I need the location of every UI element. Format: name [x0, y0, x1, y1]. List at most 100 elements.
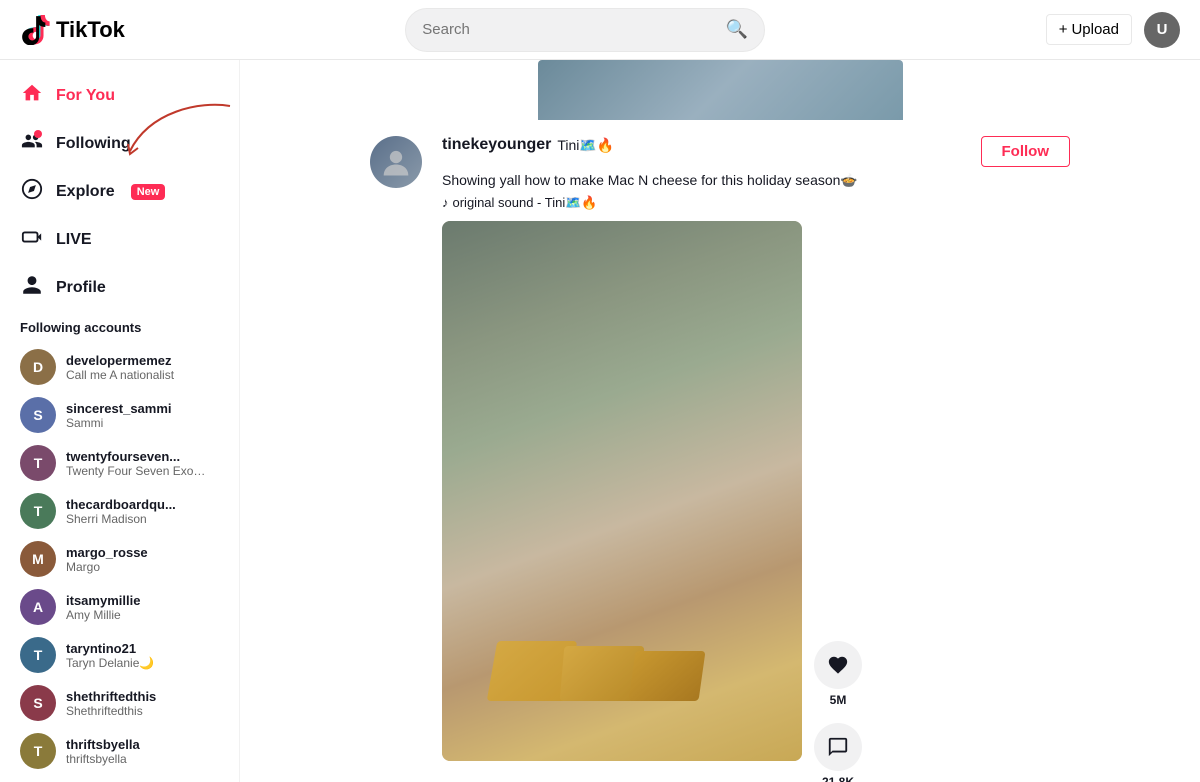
account-avatar-twentyfourseven: T: [20, 445, 56, 481]
sound-icon: ♪: [442, 195, 449, 210]
account-avatar-itsamymillie: A: [20, 589, 56, 625]
following-accounts-title: Following accounts: [20, 320, 219, 335]
account-display: Taryn Delanie🌙: [66, 656, 154, 670]
account-info-developermemez: developermemez Call me A nationalist: [66, 353, 174, 382]
tiktok-logo-icon: [20, 15, 50, 45]
plus-icon: +: [1059, 21, 1068, 38]
account-display: Shethriftedthis: [66, 704, 156, 718]
comment-icon-circle: [814, 723, 862, 771]
video-thumbnail-container: 5M 21.8K: [442, 221, 1070, 782]
account-display: Sammi: [66, 416, 172, 430]
video-header: tinekeyounger Tini🗺️🔥 Follow: [442, 136, 1070, 167]
video-author-info: tinekeyounger Tini🗺️🔥: [442, 136, 614, 154]
sidebar-item-explore[interactable]: Explore New: [8, 168, 231, 216]
preview-thumbnail: [538, 60, 903, 120]
account-avatar-sincerest-sammi: S: [20, 397, 56, 433]
account-username: sincerest_sammi: [66, 401, 172, 416]
video-feed: tinekeyounger Tini🗺️🔥 Follow Showing yal…: [370, 60, 1070, 782]
nav-menu: For You Following Explore New: [8, 72, 231, 312]
sidebar-item-live[interactable]: LIVE: [8, 216, 231, 264]
account-display: thriftsbyella: [66, 752, 140, 766]
account-info-itsamymillie: itsamymillie Amy Millie: [66, 593, 140, 622]
account-item-shethriftedthis[interactable]: S shethriftedthis Shethriftedthis: [20, 679, 219, 727]
sidebar: For You Following Explore New: [0, 60, 240, 782]
account-avatar-shethriftedthis: S: [20, 685, 56, 721]
account-display: Twenty Four Seven Exoti...: [66, 464, 206, 478]
account-username: margo_rosse: [66, 545, 148, 560]
header: TikTok 🔍 + Upload U: [0, 0, 1200, 60]
account-info-sincerest-sammi: sincerest_sammi Sammi: [66, 401, 172, 430]
account-username: developermemez: [66, 353, 174, 368]
avatar[interactable]: U: [1144, 12, 1180, 48]
account-avatar-thecardboardqu: T: [20, 493, 56, 529]
account-username: taryntino21: [66, 641, 154, 656]
account-avatar-taryntino21: T: [20, 637, 56, 673]
account-display: Amy Millie: [66, 608, 140, 622]
like-count: 5M: [830, 693, 847, 707]
author-avatar[interactable]: [370, 136, 422, 188]
account-item-thriftsbyella[interactable]: T thriftsbyella thriftsbyella: [20, 727, 219, 775]
account-username: twentyfourseven...: [66, 449, 206, 464]
video-main: tinekeyounger Tini🗺️🔥 Follow Showing yal…: [442, 136, 1070, 782]
explore-new-badge: New: [131, 184, 166, 200]
account-avatar-developermemez: D: [20, 349, 56, 385]
search-bar: 🔍: [405, 8, 765, 52]
header-right: + Upload U: [1046, 12, 1180, 48]
following-notification-dot: [34, 130, 42, 138]
account-info-thriftsbyella: thriftsbyella thriftsbyella: [66, 737, 140, 766]
profile-icon: [20, 274, 44, 302]
account-display: Call me A nationalist: [66, 368, 174, 382]
comment-count: 21.8K: [822, 775, 854, 782]
video-card: tinekeyounger Tini🗺️🔥 Follow Showing yal…: [370, 120, 1070, 782]
upload-label: Upload: [1071, 21, 1119, 38]
account-item-itsamymillie[interactable]: A itsamymillie Amy Millie: [20, 583, 219, 631]
account-username: thriftsbyella: [66, 737, 140, 752]
sidebar-item-profile[interactable]: Profile: [8, 264, 231, 312]
video-sound[interactable]: ♪ original sound - Tini🗺️🔥: [442, 195, 1070, 211]
account-item-margo-rosse[interactable]: M margo_rosse Margo: [20, 535, 219, 583]
like-button[interactable]: 5M: [814, 641, 862, 707]
video-thumbnail[interactable]: [442, 221, 802, 761]
home-icon: [20, 82, 44, 110]
account-username: itsamymillie: [66, 593, 140, 608]
account-info-margo-rosse: margo_rosse Margo: [66, 545, 148, 574]
main-content: tinekeyounger Tini🗺️🔥 Follow Showing yal…: [240, 60, 1200, 782]
account-item-thecardboardqu[interactable]: T thecardboardqu... Sherri Madison: [20, 487, 219, 535]
live-icon: [20, 226, 44, 254]
account-item-sincerest-sammi[interactable]: S sincerest_sammi Sammi: [20, 391, 219, 439]
account-username: shethriftedthis: [66, 689, 156, 704]
video-actions: 5M 21.8K: [814, 221, 862, 782]
sidebar-item-following[interactable]: Following: [8, 120, 231, 168]
account-avatar-margo-rosse: M: [20, 541, 56, 577]
sound-text: original sound - Tini🗺️🔥: [453, 195, 598, 211]
logo[interactable]: TikTok: [20, 15, 125, 45]
following-accounts-section: Following accounts D developermemez Call…: [8, 312, 231, 782]
sidebar-item-for-you[interactable]: For You: [8, 72, 231, 120]
account-item-twentyfourseven[interactable]: T twentyfourseven... Twenty Four Seven E…: [20, 439, 219, 487]
account-info-shethriftedthis: shethriftedthis Shethriftedthis: [66, 689, 156, 718]
video-preview-top: [370, 60, 1070, 120]
search-icon[interactable]: 🔍: [726, 19, 748, 40]
explore-icon: [20, 178, 44, 206]
account-item-developermemez[interactable]: D developermemez Call me A nationalist: [20, 343, 219, 391]
account-item-taryntino21[interactable]: T taryntino21 Taryn Delanie🌙: [20, 631, 219, 679]
author-display: Tini🗺️🔥: [557, 137, 614, 154]
account-avatar-thriftsbyella: T: [20, 733, 56, 769]
main-layout: For You Following Explore New: [0, 60, 1200, 782]
cheese-overlay: [492, 581, 752, 701]
upload-button[interactable]: + Upload: [1046, 14, 1132, 45]
search-input[interactable]: [422, 21, 726, 38]
author-username[interactable]: tinekeyounger: [442, 136, 551, 154]
logo-text: TikTok: [56, 17, 125, 43]
comment-button[interactable]: 21.8K: [814, 723, 862, 782]
account-display: Margo: [66, 560, 148, 574]
account-info-thecardboardqu: thecardboardqu... Sherri Madison: [66, 497, 176, 526]
account-info-taryntino21: taryntino21 Taryn Delanie🌙: [66, 641, 154, 670]
user-initial: U: [1157, 21, 1168, 38]
account-info-twentyfourseven: twentyfourseven... Twenty Four Seven Exo…: [66, 449, 206, 478]
like-icon-circle: [814, 641, 862, 689]
video-description: Showing yall how to make Mac N cheese fo…: [442, 171, 1070, 191]
account-display: Sherri Madison: [66, 512, 176, 526]
account-username: thecardboardqu...: [66, 497, 176, 512]
follow-button[interactable]: Follow: [981, 136, 1071, 167]
